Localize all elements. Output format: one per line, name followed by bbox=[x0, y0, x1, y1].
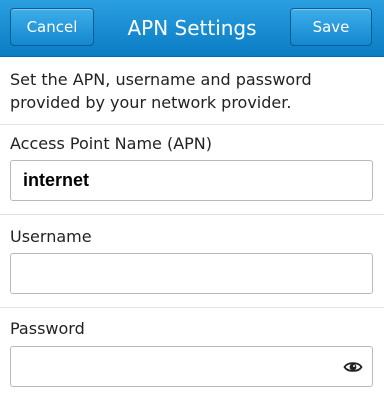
divider bbox=[0, 307, 384, 308]
description-text: Set the APN, username and password provi… bbox=[10, 70, 312, 112]
divider bbox=[0, 214, 384, 215]
apn-label: Access Point Name (APN) bbox=[10, 134, 213, 153]
username-input[interactable] bbox=[10, 253, 373, 294]
save-button[interactable]: Save bbox=[290, 8, 372, 46]
page-title: APN Settings bbox=[127, 16, 257, 40]
divider bbox=[0, 124, 384, 125]
title-bar: Cancel APN Settings Save bbox=[0, 0, 384, 57]
username-label: Username bbox=[10, 227, 92, 246]
password-label: Password bbox=[10, 319, 85, 338]
cancel-button[interactable]: Cancel bbox=[10, 8, 94, 46]
eye-icon[interactable] bbox=[343, 357, 363, 377]
password-input[interactable] bbox=[10, 346, 373, 387]
apn-input[interactable]: internet bbox=[10, 160, 373, 201]
